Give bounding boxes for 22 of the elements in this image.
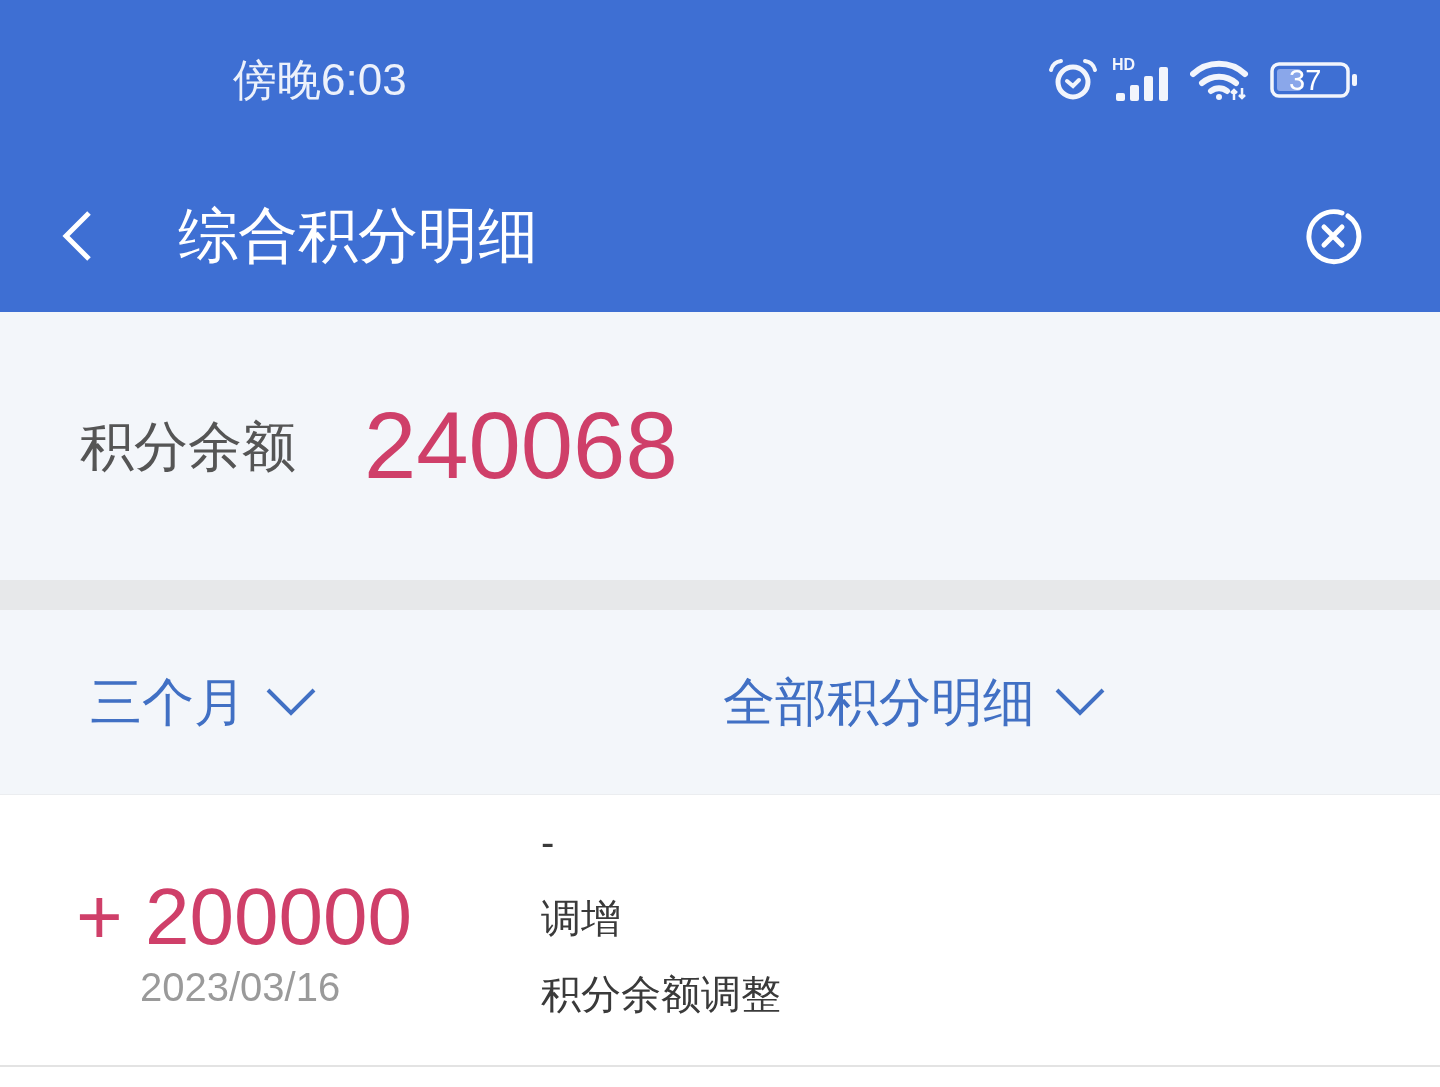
battery-icon (1270, 62, 1358, 98)
record-detail-text: - (541, 819, 555, 866)
filter-dropdown[interactable]: 全部积分明细 (723, 676, 1105, 728)
chevron-down-icon (266, 688, 316, 716)
record-detail-text: 调增 (541, 895, 621, 942)
filter-dropdown[interactable]: 三个月 (90, 676, 316, 728)
close-circle-icon (1304, 207, 1362, 265)
back-chevron-icon (61, 210, 93, 262)
status-time: 傍晚6:03 (233, 58, 407, 102)
balance-value: 240068 (364, 399, 678, 493)
battery-percent: 37 (1289, 65, 1322, 95)
page-title: 综合积分明细 (178, 206, 538, 266)
record-date: 2023/03/16 (140, 965, 341, 1009)
wifi-icon (1190, 60, 1250, 100)
record-detail-text: 积分余额调整 (541, 971, 781, 1018)
alarm-clock-icon (1048, 58, 1098, 102)
points-amount: + 200000 (76, 875, 412, 959)
balance-label: 积分余额 (80, 419, 296, 473)
close-button[interactable] (1304, 207, 1362, 265)
chevron-down-icon (1055, 688, 1105, 716)
network-type-label: HD (1112, 57, 1136, 73)
back-button[interactable] (60, 209, 94, 263)
